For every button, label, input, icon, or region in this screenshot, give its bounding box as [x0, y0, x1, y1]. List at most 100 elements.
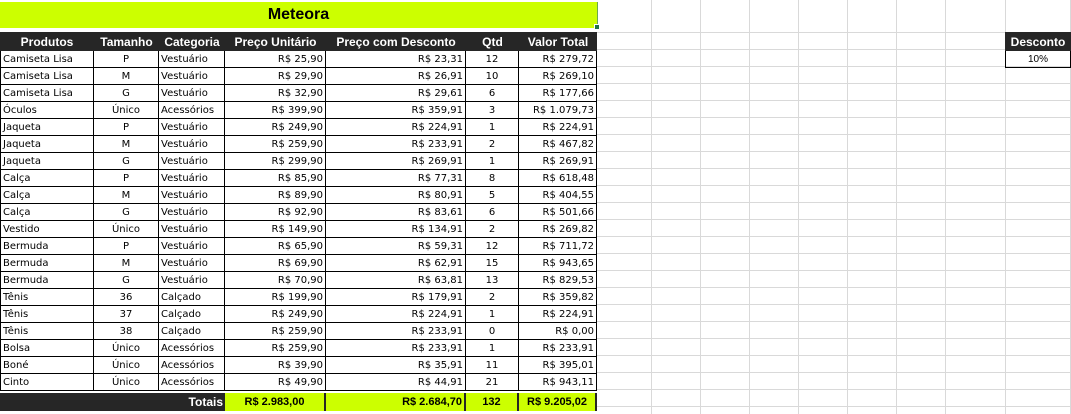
cell-col-categoria[interactable]: Acessórios: [159, 340, 225, 357]
cell-col-preco-desconto[interactable]: R$ 23,31: [326, 51, 466, 68]
cell-col-valor-total[interactable]: R$ 501,66: [519, 204, 597, 221]
cell-col-valor-total[interactable]: R$ 224,91: [519, 119, 597, 136]
cell-col-qtd[interactable]: 10: [466, 68, 519, 85]
cell-col-valor-total[interactable]: R$ 269,82: [519, 221, 597, 238]
cell-col-produtos[interactable]: Jaqueta: [0, 119, 94, 136]
cell-col-produtos[interactable]: Bermuda: [0, 238, 94, 255]
cell-col-tamanho[interactable]: Único: [94, 102, 159, 119]
cell-col-produtos[interactable]: Bermuda: [0, 255, 94, 272]
cell-col-tamanho[interactable]: G: [94, 204, 159, 221]
fill-handle[interactable]: [594, 24, 600, 30]
cell-col-produtos[interactable]: Bolsa: [0, 340, 94, 357]
total-preco-desconto[interactable]: R$ 2.684,70: [326, 393, 466, 411]
totals-label[interactable]: Totais: [0, 393, 225, 411]
cell-col-categoria[interactable]: Calçado: [159, 289, 225, 306]
cell-col-qtd[interactable]: 12: [466, 51, 519, 68]
cell-col-qtd[interactable]: 13: [466, 272, 519, 289]
cell-col-preco-desconto[interactable]: R$ 62,91: [326, 255, 466, 272]
cell-col-preco-unitario[interactable]: R$ 299,90: [225, 153, 326, 170]
cell-col-preco-unitario[interactable]: R$ 199,90: [225, 289, 326, 306]
cell-col-preco-unitario[interactable]: R$ 92,90: [225, 204, 326, 221]
cell-col-produtos[interactable]: Bermuda: [0, 272, 94, 289]
cell-col-valor-total[interactable]: R$ 467,82: [519, 136, 597, 153]
cell-col-preco-desconto[interactable]: R$ 35,91: [326, 357, 466, 374]
total-valor-total[interactable]: R$ 9.205,02: [519, 393, 597, 411]
cell-col-preco-unitario[interactable]: R$ 39,90: [225, 357, 326, 374]
cell-col-valor-total[interactable]: R$ 711,72: [519, 238, 597, 255]
cell-col-qtd[interactable]: 8: [466, 170, 519, 187]
cell-col-tamanho[interactable]: M: [94, 68, 159, 85]
cell-col-tamanho[interactable]: P: [94, 51, 159, 68]
discount-value[interactable]: 10%: [1005, 51, 1071, 68]
cell-col-qtd[interactable]: 21: [466, 374, 519, 391]
cell-col-valor-total[interactable]: R$ 233,91: [519, 340, 597, 357]
cell-col-categoria[interactable]: Vestuário: [159, 204, 225, 221]
header-col-categoria[interactable]: Categoria: [159, 32, 225, 51]
cell-col-tamanho[interactable]: G: [94, 153, 159, 170]
cell-col-produtos[interactable]: Cinto: [0, 374, 94, 391]
cell-col-preco-desconto[interactable]: R$ 77,31: [326, 170, 466, 187]
cell-col-produtos[interactable]: Jaqueta: [0, 153, 94, 170]
cell-col-qtd[interactable]: 1: [466, 153, 519, 170]
cell-col-qtd[interactable]: 6: [466, 204, 519, 221]
cell-col-preco-desconto[interactable]: R$ 224,91: [326, 119, 466, 136]
cell-col-preco-desconto[interactable]: R$ 44,91: [326, 374, 466, 391]
cell-col-tamanho[interactable]: 36: [94, 289, 159, 306]
cell-col-tamanho[interactable]: Único: [94, 221, 159, 238]
header-col-produtos[interactable]: Produtos: [0, 32, 94, 51]
cell-col-categoria[interactable]: Vestuário: [159, 119, 225, 136]
cell-col-preco-desconto[interactable]: R$ 83,61: [326, 204, 466, 221]
cell-col-tamanho[interactable]: P: [94, 238, 159, 255]
cell-col-categoria[interactable]: Vestuário: [159, 136, 225, 153]
cell-col-produtos[interactable]: Vestido: [0, 221, 94, 238]
cell-col-valor-total[interactable]: R$ 0,00: [519, 323, 597, 340]
cell-col-valor-total[interactable]: R$ 359,82: [519, 289, 597, 306]
cell-col-preco-unitario[interactable]: R$ 259,90: [225, 323, 326, 340]
cell-col-categoria[interactable]: Vestuário: [159, 187, 225, 204]
cell-col-categoria[interactable]: Calçado: [159, 306, 225, 323]
cell-col-preco-unitario[interactable]: R$ 29,90: [225, 68, 326, 85]
cell-col-preco-unitario[interactable]: R$ 399,90: [225, 102, 326, 119]
cell-col-valor-total[interactable]: R$ 395,01: [519, 357, 597, 374]
cell-col-qtd[interactable]: 1: [466, 340, 519, 357]
cell-col-preco-desconto[interactable]: R$ 233,91: [326, 136, 466, 153]
header-col-valor-total[interactable]: Valor Total: [519, 32, 597, 51]
cell-col-preco-desconto[interactable]: R$ 26,91: [326, 68, 466, 85]
total-qtd[interactable]: 132: [466, 393, 519, 411]
cell-col-preco-desconto[interactable]: R$ 269,91: [326, 153, 466, 170]
spreadsheet-grid[interactable]: Meteora Produtos Tamanho Categoria Preço Un…: [0, 0, 1071, 414]
cell-col-valor-total[interactable]: R$ 404,55: [519, 187, 597, 204]
cell-col-categoria[interactable]: Vestuário: [159, 153, 225, 170]
header-col-preco-desconto[interactable]: Preço com Desconto: [326, 32, 466, 51]
cell-col-produtos[interactable]: Óculos: [0, 102, 94, 119]
cell-col-preco-desconto[interactable]: R$ 59,31: [326, 238, 466, 255]
cell-col-categoria[interactable]: Acessórios: [159, 357, 225, 374]
cell-col-qtd[interactable]: 2: [466, 289, 519, 306]
total-preco-unitario[interactable]: R$ 2.983,00: [225, 393, 326, 411]
cell-col-categoria[interactable]: Vestuário: [159, 85, 225, 102]
cell-col-valor-total[interactable]: R$ 177,66: [519, 85, 597, 102]
cell-col-preco-unitario[interactable]: R$ 149,90: [225, 221, 326, 238]
cell-col-valor-total[interactable]: R$ 279,72: [519, 51, 597, 68]
cell-col-preco-unitario[interactable]: R$ 89,90: [225, 187, 326, 204]
cell-col-produtos[interactable]: Calça: [0, 187, 94, 204]
cell-col-valor-total[interactable]: R$ 1.079,73: [519, 102, 597, 119]
cell-col-tamanho[interactable]: M: [94, 136, 159, 153]
cell-col-tamanho[interactable]: Único: [94, 374, 159, 391]
cell-col-qtd[interactable]: 2: [466, 136, 519, 153]
cell-col-produtos[interactable]: Tênis: [0, 289, 94, 306]
cell-col-categoria[interactable]: Acessórios: [159, 102, 225, 119]
cell-col-preco-unitario[interactable]: R$ 249,90: [225, 119, 326, 136]
cell-col-qtd[interactable]: 1: [466, 119, 519, 136]
cell-col-tamanho[interactable]: G: [94, 272, 159, 289]
header-col-preco-unitario[interactable]: Preço Unitário: [225, 32, 326, 51]
cell-col-preco-unitario[interactable]: R$ 85,90: [225, 170, 326, 187]
header-col-tamanho[interactable]: Tamanho: [94, 32, 159, 51]
cell-col-tamanho[interactable]: Único: [94, 340, 159, 357]
cell-col-categoria[interactable]: Calçado: [159, 323, 225, 340]
cell-col-preco-desconto[interactable]: R$ 134,91: [326, 221, 466, 238]
cell-col-qtd[interactable]: 0: [466, 323, 519, 340]
cell-col-tamanho[interactable]: 38: [94, 323, 159, 340]
cell-col-preco-unitario[interactable]: R$ 32,90: [225, 85, 326, 102]
cell-col-produtos[interactable]: Calça: [0, 204, 94, 221]
